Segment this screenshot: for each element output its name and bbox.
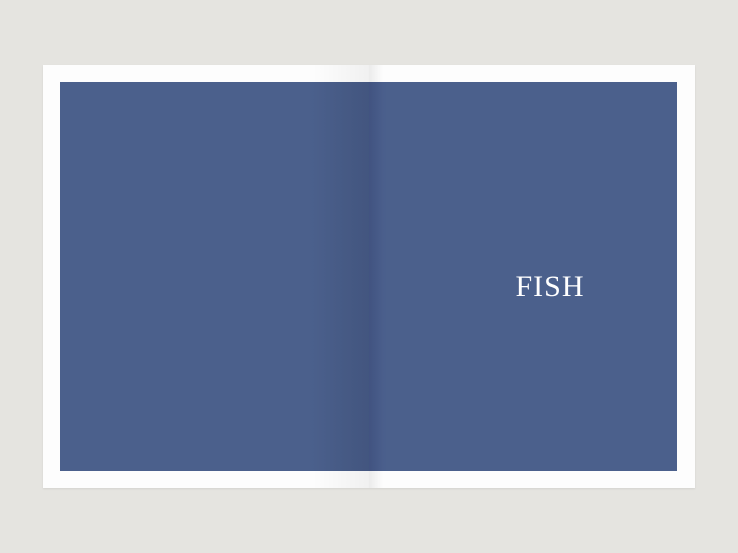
book-spread: FISH (43, 65, 695, 488)
page-title: FISH (515, 270, 585, 303)
right-page-panel: FISH (369, 82, 677, 471)
gutter-shadow-left (313, 65, 369, 488)
gutter-shadow-right (369, 65, 383, 488)
